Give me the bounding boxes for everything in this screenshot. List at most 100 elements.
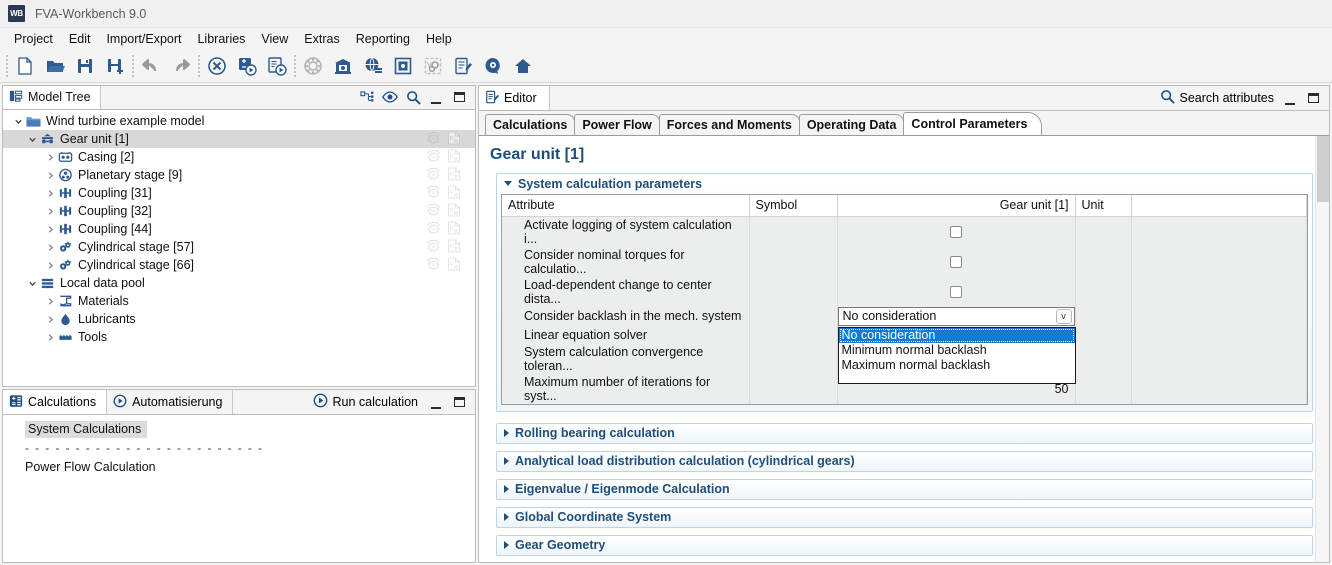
undo-arrow-icon[interactable] [136, 52, 166, 80]
tab-calculations[interactable]: Calculations [485, 114, 575, 135]
model-tree-body[interactable]: Wind turbine example model Gear unit [1] [3, 110, 475, 386]
section-header[interactable]: Gear Geometry [497, 536, 1312, 555]
table-row[interactable]: Consider nominal torques for calculatio.… [502, 247, 1307, 277]
redo-arrow-icon[interactable] [166, 52, 196, 80]
tree-node-coupling-32[interactable]: Coupling [32] 3D R [3, 202, 475, 220]
3d-view-icon[interactable]: 3D [426, 221, 441, 238]
3d-view-icon[interactable]: 3D [426, 149, 441, 166]
run-report-icon[interactable] [262, 52, 292, 80]
table-row[interactable]: Consider backlash in the mech. system No… [502, 307, 1307, 326]
dropdown-option-maximum-normal-backlash[interactable]: Maximum normal backlash [839, 358, 1075, 373]
report-icon[interactable]: R [447, 167, 461, 184]
chevron-down-icon[interactable]: v [1056, 309, 1072, 324]
3d-view-icon[interactable]: 3D [426, 131, 441, 148]
minimize-icon[interactable] [426, 392, 446, 412]
tab-control-parameters[interactable]: Control Parameters [903, 112, 1042, 135]
open-folder-icon[interactable] [40, 52, 70, 80]
menu-libraries[interactable]: Libraries [189, 30, 253, 48]
section-header[interactable]: Eigenvalue / Eigenmode Calculation [497, 480, 1312, 499]
chevron-down-icon[interactable] [25, 276, 39, 290]
backlash-combobox[interactable]: No consideration v [838, 307, 1075, 326]
report-icon[interactable]: R [447, 131, 461, 148]
attribute-value-cell[interactable] [837, 247, 1075, 277]
3d-view-icon[interactable]: 3D [426, 203, 441, 220]
link-tree-icon[interactable] [357, 87, 377, 107]
attribute-value-cell[interactable] [837, 277, 1075, 307]
chevron-right-icon[interactable] [43, 186, 57, 200]
tree-node-local-data-pool[interactable]: Local data pool [3, 274, 475, 292]
section-header[interactable]: System calculation parameters [497, 174, 1312, 193]
help-gear-icon[interactable] [478, 52, 508, 80]
column-header-unit[interactable]: Unit [1075, 195, 1131, 216]
tab-model-tree[interactable]: Model Tree [3, 85, 101, 109]
column-header-symbol[interactable]: Symbol [749, 195, 837, 216]
3d-view-icon[interactable]: 3D [426, 185, 441, 202]
table-row[interactable]: Activate logging of system calculation i… [502, 216, 1307, 247]
section-header[interactable]: Rolling bearing calculation [497, 424, 1312, 443]
web-database-icon[interactable] [358, 52, 388, 80]
minimize-icon[interactable] [426, 87, 446, 107]
dropdown-option-minimum-normal-backlash[interactable]: Minimum normal backlash [839, 343, 1075, 358]
tree-node-tools[interactable]: Tools [3, 328, 475, 346]
column-header-blank[interactable] [1131, 195, 1307, 216]
tree-node-planetary-stage-9[interactable]: Planetary stage [9] 3D R [3, 166, 475, 184]
home-icon[interactable] [508, 52, 538, 80]
cancel-calculation-icon[interactable] [202, 52, 232, 80]
new-file-icon[interactable] [10, 52, 40, 80]
triangle-right-icon[interactable] [504, 429, 509, 437]
attribute-value-cell[interactable] [837, 216, 1075, 247]
calculation-item-power-flow[interactable]: Power Flow Calculation [25, 459, 475, 475]
tab-automatisierung[interactable]: Automatisierung [107, 390, 233, 414]
search-attributes-button[interactable]: Search attributes [1154, 86, 1281, 110]
chevron-right-icon[interactable] [43, 294, 57, 308]
bearing-catalog-icon[interactable] [298, 52, 328, 80]
tab-editor[interactable]: Editor [479, 86, 550, 110]
minimize-icon[interactable] [1280, 88, 1300, 108]
chevron-right-icon[interactable] [43, 240, 57, 254]
chevron-down-icon[interactable] [11, 114, 25, 128]
checkbox-activate-logging[interactable] [950, 226, 962, 238]
tree-node-gear-unit-1[interactable]: Gear unit [1] 3D R [3, 130, 475, 148]
bank-database-icon[interactable] [328, 52, 358, 80]
chevron-right-icon[interactable] [43, 168, 57, 182]
tree-node-materials[interactable]: Materials [3, 292, 475, 310]
section-header[interactable]: Global Coordinate System [497, 508, 1312, 527]
3d-view-icon[interactable]: 3D [426, 239, 441, 256]
report-icon[interactable]: R [447, 239, 461, 256]
tree-node-coupling-31[interactable]: Coupling [31] 3D R [3, 184, 475, 202]
chevron-right-icon[interactable] [43, 312, 57, 326]
column-header-attribute[interactable]: Attribute [502, 195, 749, 216]
maximize-icon[interactable] [449, 392, 469, 412]
tab-calculations[interactable]: Calculations [3, 390, 107, 414]
editor-scrollbar-thumb[interactable] [1317, 136, 1329, 202]
chevron-right-icon[interactable] [43, 204, 57, 218]
menu-help[interactable]: Help [418, 30, 460, 48]
report-icon[interactable]: R [447, 203, 461, 220]
menu-edit[interactable]: Edit [61, 30, 99, 48]
3d-view-icon[interactable]: 3D [426, 167, 441, 184]
chevron-right-icon[interactable] [43, 222, 57, 236]
triangle-right-icon[interactable] [504, 513, 509, 521]
menu-reporting[interactable]: Reporting [348, 30, 418, 48]
save-icon[interactable] [70, 52, 100, 80]
backlash-dropdown-list[interactable]: No consideration Minimum normal backlash… [838, 327, 1076, 384]
chevron-right-icon[interactable] [43, 258, 57, 272]
triangle-right-icon[interactable] [504, 485, 509, 493]
column-header-gear-unit[interactable]: Gear unit [1] [837, 195, 1075, 216]
tree-node-lubricants[interactable]: Lubricants [3, 310, 475, 328]
menu-project[interactable]: Project [6, 30, 61, 48]
menu-import-export[interactable]: Import/Export [98, 30, 189, 48]
3d-view-icon[interactable]: 3D [426, 257, 441, 274]
report-icon[interactable]: R [447, 149, 461, 166]
triangle-right-icon[interactable] [504, 457, 509, 465]
run-calculation-button[interactable]: Run calculation [305, 390, 426, 414]
triangle-right-icon[interactable] [504, 541, 509, 549]
report-icon[interactable]: R [447, 185, 461, 202]
edit-notes-icon[interactable] [448, 52, 478, 80]
attribute-value-cell[interactable]: No consideration v No consideration Mini… [837, 307, 1075, 326]
tab-forces-and-moments[interactable]: Forces and Moments [659, 114, 800, 135]
triangle-down-icon[interactable] [504, 181, 512, 186]
chevron-right-icon[interactable] [43, 150, 57, 164]
search-icon[interactable] [403, 87, 423, 107]
settings-frame-icon[interactable] [388, 52, 418, 80]
